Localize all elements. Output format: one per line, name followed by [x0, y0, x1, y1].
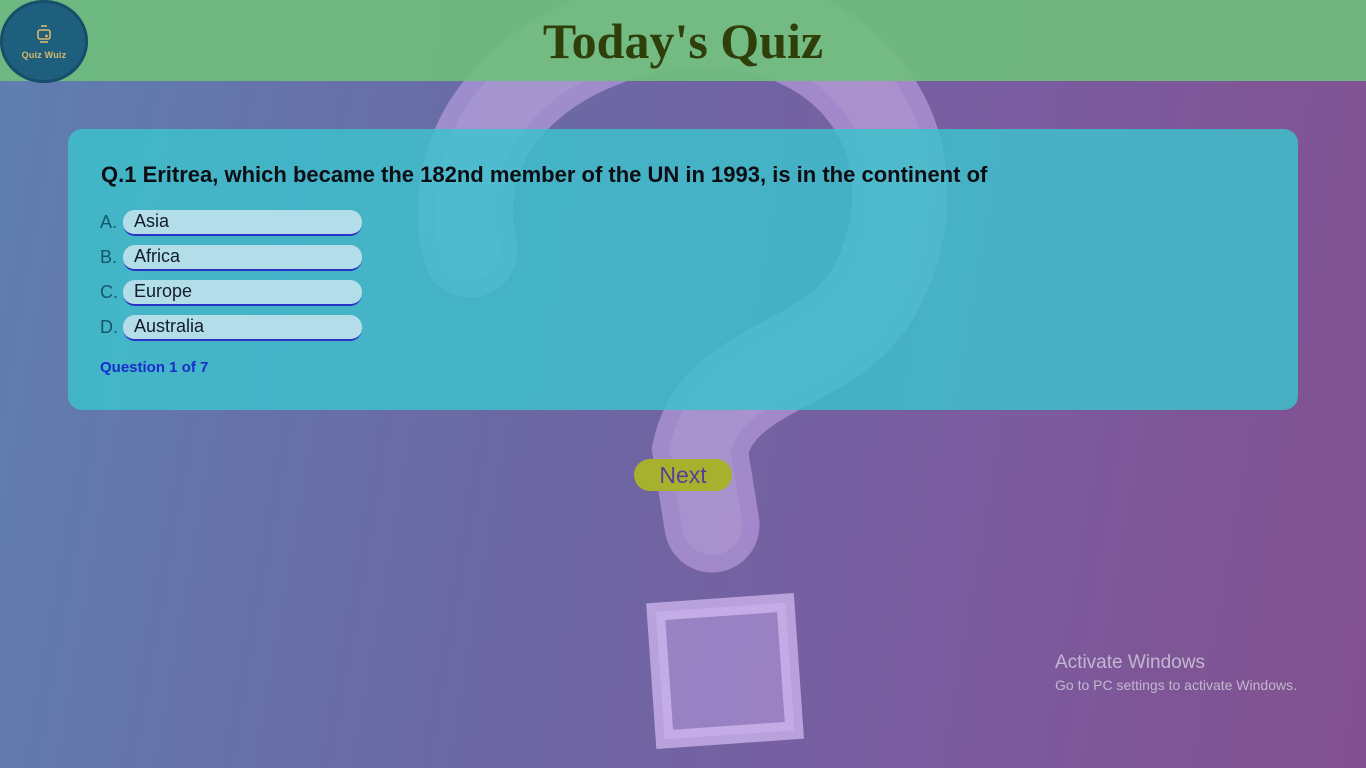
question-text: Q.1 Eritrea, which became the 182nd memb…	[101, 162, 988, 187]
option-row-b: B. Africa	[100, 240, 362, 275]
option-row-d: D. Australia	[100, 310, 362, 345]
option-australia-button[interactable]: Australia	[123, 314, 362, 341]
option-europe-button[interactable]: Europe	[123, 279, 362, 306]
header-bar: Quiz Wuiz Today's Quiz	[0, 0, 1366, 83]
option-letter: C.	[100, 282, 118, 302]
option-asia-button[interactable]: Asia	[123, 209, 362, 236]
quiz-card: Q.1 Eritrea, which became the 182nd memb…	[68, 129, 1298, 410]
option-africa-button[interactable]: Africa	[123, 244, 362, 271]
page-title: Today's Quiz	[542, 13, 824, 69]
option-row-a: A. Asia	[100, 205, 362, 240]
options-list: A. Asia B. Africa C. Europe D. Australia	[100, 205, 362, 345]
activate-windows-watermark: Activate Windows Go to PC settings to ac…	[1055, 651, 1297, 695]
watermark-subtitle: Go to PC settings to activate Windows.	[1055, 677, 1297, 693]
question-progress: Question 1 of 7	[100, 359, 209, 376]
option-letter: A.	[100, 212, 118, 232]
option-row-c: C. Europe	[100, 275, 362, 310]
option-letter: D.	[100, 317, 118, 337]
watermark-title: Activate Windows	[1055, 652, 1205, 673]
next-button[interactable]: Next	[634, 459, 732, 491]
option-letter: B.	[100, 247, 118, 267]
